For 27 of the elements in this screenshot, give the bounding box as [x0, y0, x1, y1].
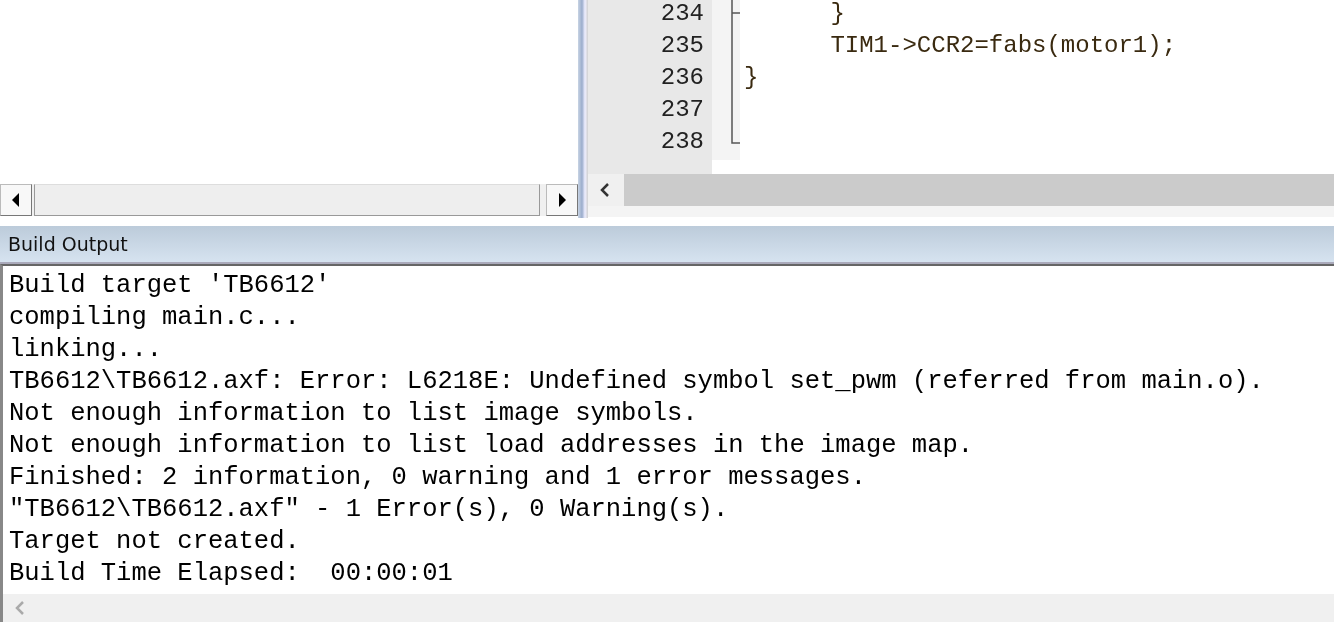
- horizontal-scrollbar[interactable]: [588, 174, 1334, 217]
- scroll-right-button[interactable]: [546, 184, 578, 216]
- right-arrow-icon: [557, 193, 567, 207]
- output-line: Not enough information to list load addresses in the image map.: [9, 430, 975, 462]
- code-line: TIM1->CCR2=fabs(motor1);: [829, 32, 1177, 59]
- line-number: 236: [659, 64, 704, 93]
- left-arrow-icon: [11, 193, 21, 207]
- output-line: Finished: 2 information, 0 warning and 1 error messages.: [9, 462, 867, 494]
- output-line: Build target 'TB6612': [9, 270, 332, 302]
- line-number: 234: [659, 0, 704, 29]
- scroll-left-button[interactable]: [0, 184, 32, 216]
- output-line: linking...: [9, 334, 164, 366]
- left-chevron-icon[interactable]: [598, 182, 612, 198]
- line-number: 237: [659, 96, 704, 125]
- output-line: Not enough information to list image symbols.: [9, 398, 699, 430]
- scrollbar-thumb[interactable]: [624, 174, 1334, 206]
- code-line: }: [744, 64, 759, 91]
- line-number: 238: [659, 128, 704, 157]
- panel-title: Build Output: [8, 233, 128, 255]
- line-number: 235: [659, 32, 704, 61]
- output-line: Target not created.: [9, 526, 301, 558]
- horizontal-scrollbar[interactable]: [3, 594, 1334, 622]
- output-line: compiling main.c...: [9, 302, 301, 334]
- code-line: }: [829, 0, 845, 27]
- output-line: "TB6612\TB6612.axf" - 1 Error(s), 0 Warning(s).: [9, 494, 730, 526]
- output-line: TB6612\TB6612.axf: Error: L6218E: Undefined symbol set_pwm (referred from main.o).: [9, 366, 1265, 398]
- output-line: Build Time Elapsed: 00:00:01: [9, 558, 454, 590]
